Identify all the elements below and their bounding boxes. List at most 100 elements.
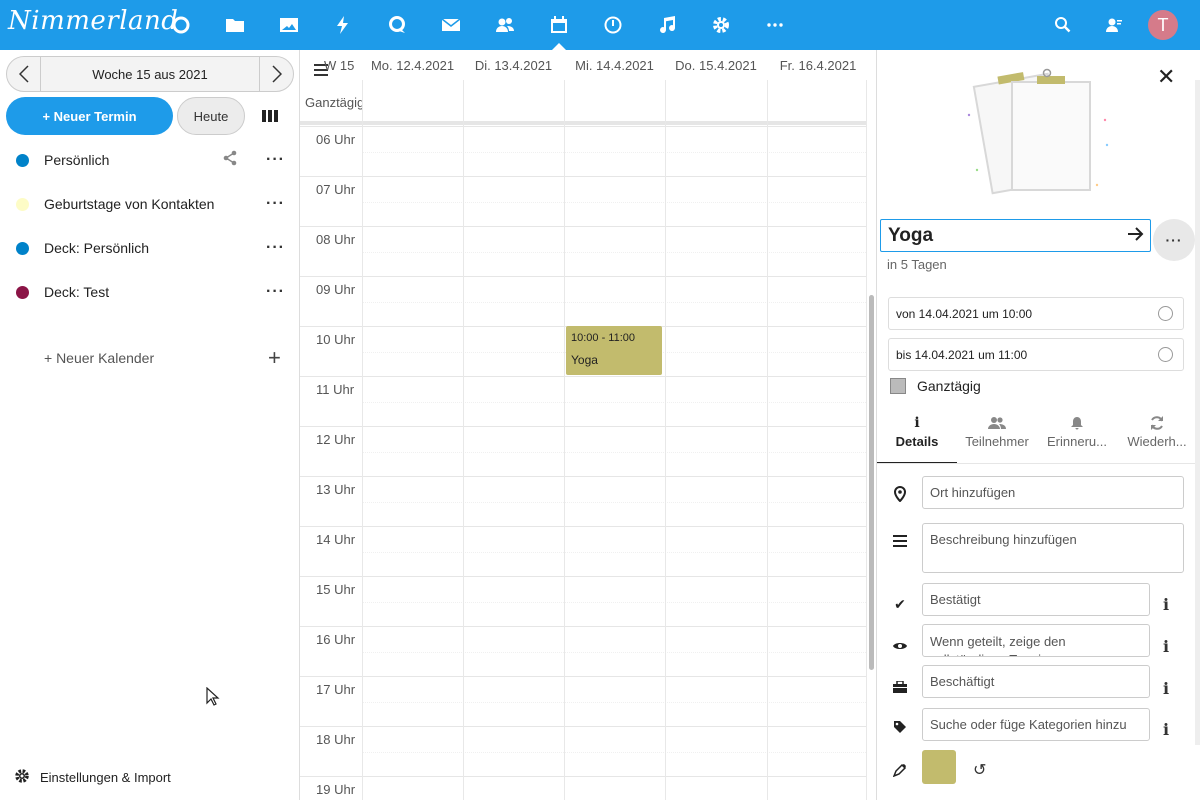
settings-icon[interactable] <box>708 12 734 38</box>
hour-label: 09 Uhr <box>316 282 356 297</box>
calendar-options-icon[interactable]: ··· <box>266 151 285 169</box>
calendar-item-birthdays[interactable]: Geburtstage von Kontakten ··· <box>0 182 300 226</box>
day-header[interactable]: Fr. 16.4.2021 <box>767 50 869 80</box>
color-picker-icon <box>892 762 908 778</box>
hour-label: 11 Uhr <box>316 382 355 397</box>
info-icon: i <box>914 415 920 431</box>
start-datetime: von 14.04.2021 um 10:00 <box>896 306 1033 321</box>
more-apps-icon[interactable] <box>762 12 788 38</box>
calendar-options-icon[interactable]: ··· <box>266 195 285 213</box>
talk-icon[interactable] <box>384 12 410 38</box>
hour-label: 14 Uhr <box>316 532 356 547</box>
day-header[interactable]: Mi. 14.4.2021 <box>564 50 665 80</box>
calendar-color-dot[interactable] <box>16 197 29 211</box>
tag-icon <box>892 719 908 735</box>
calendar-color-dot[interactable] <box>16 241 29 255</box>
start-datetime-field[interactable]: von 14.04.2021 um 10:00 <box>888 297 1184 330</box>
timezone-globe-icon[interactable] <box>1158 306 1173 321</box>
new-calendar-button[interactable]: + Neuer Kalender <box>44 350 154 366</box>
tab-label: Erinneru... <box>1047 434 1107 449</box>
location-input[interactable]: Ort hinzufügen <box>922 476 1184 509</box>
panel-scrollbar[interactable] <box>1195 80 1200 745</box>
calendar-item-deck-personal[interactable]: Deck: Persönlich ··· <box>0 226 300 270</box>
contacts-menu-icon[interactable] <box>1100 12 1126 38</box>
calendar-options-icon[interactable]: ··· <box>266 283 285 301</box>
hour-label: 06 Uhr <box>316 132 356 147</box>
calendar-name: Persönlich <box>44 152 110 168</box>
calendar-color-dot[interactable] <box>16 285 29 299</box>
event-yoga[interactable]: 10:00 - 11:00 Yoga <box>566 326 662 375</box>
calendar-options-icon[interactable]: ··· <box>266 239 285 257</box>
info-icon[interactable]: i <box>1163 720 1169 739</box>
clock-icon[interactable] <box>600 12 626 38</box>
day-header[interactable]: Do. 15.4.2021 <box>665 50 767 80</box>
calendar-item-deck-test[interactable]: Deck: Test ··· <box>0 270 300 314</box>
event-actions-button[interactable]: ··· <box>1153 219 1195 261</box>
info-icon[interactable]: i <box>1163 637 1169 656</box>
settings-button[interactable]: Einstellungen & Import <box>14 768 171 787</box>
mail-icon[interactable] <box>438 12 464 38</box>
all-day-label[interactable]: Ganztägig <box>917 378 981 394</box>
previous-week-button[interactable] <box>7 57 41 91</box>
all-day-row[interactable] <box>300 80 866 125</box>
photos-icon[interactable] <box>276 12 302 38</box>
gear-icon <box>14 768 30 787</box>
next-week-button[interactable] <box>259 57 293 91</box>
all-day-checkbox[interactable] <box>890 378 906 394</box>
sidebar: Woche 15 aus 2021 + Neuer Termin Heute P… <box>0 50 300 800</box>
info-icon[interactable]: i <box>1163 679 1169 698</box>
week-navigator: Woche 15 aus 2021 <box>6 56 294 92</box>
hour-label: 13 Uhr <box>316 482 356 497</box>
visibility-select[interactable]: Wenn geteilt, zeige den vollständigen Te… <box>922 624 1150 657</box>
view-switch-icon[interactable] <box>262 110 278 122</box>
activity-icon[interactable] <box>330 12 356 38</box>
timezone-globe-icon[interactable] <box>1158 347 1173 362</box>
description-input[interactable]: Beschreibung hinzufügen <box>922 523 1184 573</box>
busy-select[interactable]: Beschäftigt <box>922 665 1150 698</box>
today-button[interactable]: Heute <box>177 97 245 135</box>
hour-label: 15 Uhr <box>316 582 356 597</box>
categories-input[interactable]: Suche oder füge Kategorien hinzu <box>922 708 1150 741</box>
tab-repeat[interactable]: Wiederh... <box>1117 412 1197 464</box>
calendar-name: Geburtstage von Kontakten <box>44 196 215 212</box>
bell-icon <box>1037 412 1117 434</box>
tab-label: Wiederh... <box>1127 434 1187 449</box>
end-datetime-field[interactable]: bis 14.04.2021 um 11:00 <box>888 338 1184 371</box>
share-icon[interactable] <box>222 150 238 169</box>
end-datetime: bis 14.04.2021 um 11:00 <box>896 347 1028 362</box>
tab-reminders[interactable]: Erinneru... <box>1037 412 1117 464</box>
reset-color-icon[interactable]: ↺ <box>973 760 986 780</box>
new-event-button[interactable]: + Neuer Termin <box>6 97 173 135</box>
files-icon[interactable] <box>222 12 248 38</box>
calendar-color-dot[interactable] <box>16 153 29 167</box>
checkmark-icon: ✔ <box>894 595 906 612</box>
tab-details[interactable]: i Details <box>877 412 957 464</box>
event-title-input[interactable]: Yoga <box>880 219 1151 252</box>
arrow-right-icon[interactable] <box>1126 225 1144 248</box>
add-calendar-icon[interactable]: + <box>268 345 281 371</box>
grid-scrollbar[interactable] <box>869 295 874 670</box>
event-title-text: Yoga <box>888 224 934 246</box>
dashboard-icon[interactable] <box>168 12 194 38</box>
close-icon[interactable]: ✕ <box>1157 64 1175 90</box>
search-icon[interactable] <box>1050 12 1076 38</box>
location-icon <box>892 486 908 502</box>
color-swatch[interactable] <box>922 750 956 784</box>
clipboard-illustration <box>967 68 1109 195</box>
event-relative-time: in 5 Tagen <box>887 257 947 272</box>
week-label[interactable]: Woche 15 aus 2021 <box>41 67 259 82</box>
calendar-icon[interactable] <box>546 12 572 38</box>
avatar[interactable]: T <box>1148 10 1178 40</box>
briefcase-icon <box>892 679 908 695</box>
info-icon[interactable]: i <box>1163 595 1169 614</box>
logo[interactable]: Nimmerland <box>8 6 178 36</box>
status-select[interactable]: Bestätigt <box>922 583 1150 616</box>
music-icon[interactable] <box>654 12 680 38</box>
contacts-icon[interactable] <box>492 12 518 38</box>
day-header[interactable]: Di. 13.4.2021 <box>463 50 564 80</box>
hour-label: 19 Uhr <box>316 782 356 797</box>
tab-attendees[interactable]: Teilnehmer <box>957 412 1037 464</box>
tab-label: Teilnehmer <box>965 434 1029 449</box>
day-header[interactable]: Mo. 12.4.2021 <box>362 50 463 80</box>
calendar-item-personal[interactable]: Persönlich ··· <box>0 138 300 182</box>
